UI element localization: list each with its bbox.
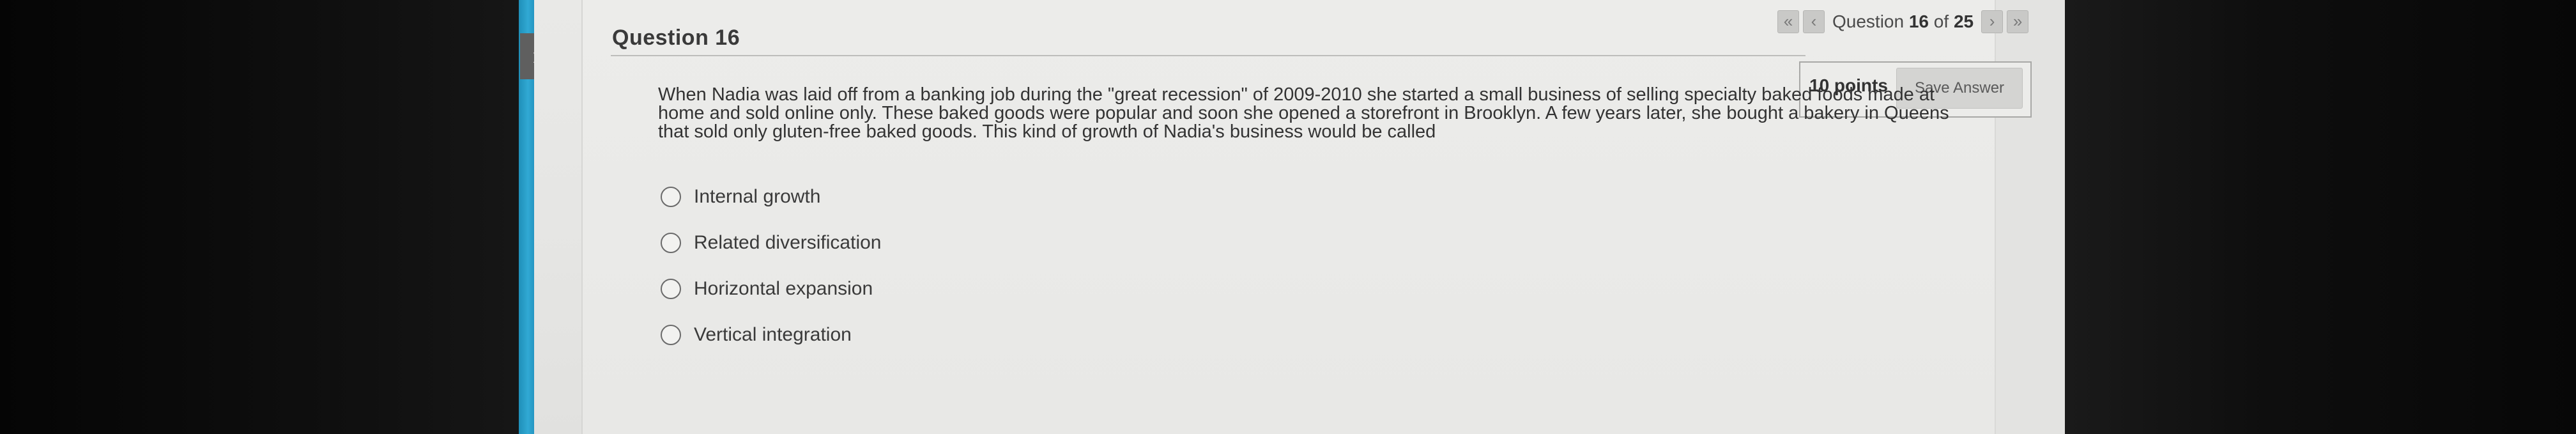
question-navigation: « ‹ Question 16 of 25 › » [1777,9,2029,35]
radio-button[interactable] [661,187,681,207]
answer-option-label[interactable]: Related diversification [694,232,881,254]
answer-options: Internal growth Related diversification … [661,174,881,358]
chevron-right-icon: › [1989,12,1995,31]
answer-option-label[interactable]: Vertical integration [694,324,852,346]
answer-option[interactable]: Related diversification [661,220,881,266]
test-page: Question 16 « ‹ Question 16 of 25 › » 10… [534,0,2065,434]
previous-question-button[interactable]: ‹ [1803,10,1825,33]
question-title: Question 16 [612,26,740,50]
question-text: When Nadia was laid off from a banking j… [658,84,1949,142]
question-counter-of: of [1933,12,1949,31]
answer-option[interactable]: Horizontal expansion [661,266,881,312]
radio-button[interactable] [661,233,681,253]
double-chevron-left-icon: « [1783,12,1793,31]
next-question-button[interactable]: › [1981,10,2004,33]
chevron-left-icon: ‹ [1811,12,1817,31]
question-counter-prefix: Question [1832,12,1905,31]
question-counter: Question 16 of 25 [1828,12,1977,32]
last-question-button[interactable]: » [2007,10,2029,33]
double-chevron-right-icon: » [2012,12,2023,31]
first-question-button[interactable]: « [1777,10,1799,33]
answer-option-label[interactable]: Internal growth [694,186,820,208]
left-background [0,0,519,434]
title-divider [611,55,1805,56]
answer-option[interactable]: Vertical integration [661,312,881,358]
screen: › Question 16 « ‹ Question 16 of 25 › » [0,0,2576,434]
answer-option-label[interactable]: Horizontal expansion [694,278,873,300]
right-background [2065,0,2576,434]
radio-button[interactable] [661,279,681,299]
answer-option[interactable]: Internal growth [661,174,881,220]
radio-button[interactable] [661,325,681,345]
question-counter-total: 25 [1953,12,1974,31]
question-counter-current: 16 [1908,12,1929,31]
